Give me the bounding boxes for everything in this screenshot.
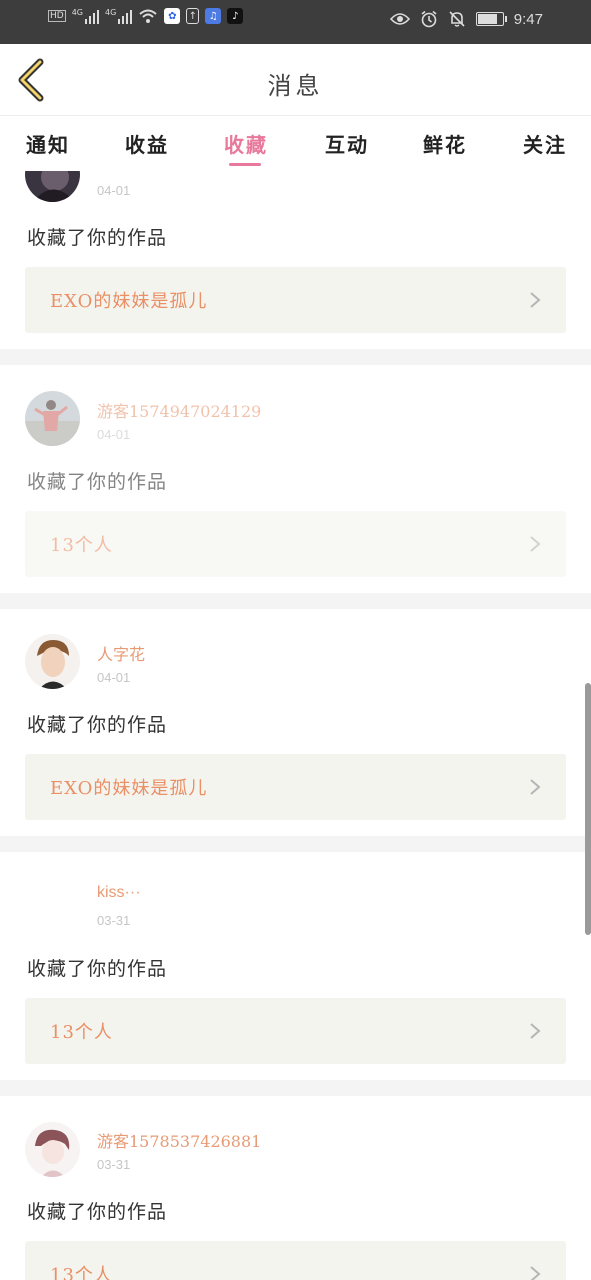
separator (0, 349, 591, 365)
work-title: 13个人 (50, 535, 113, 556)
work-link[interactable]: 13个人 (25, 1241, 566, 1280)
scrollbar[interactable] (585, 683, 591, 935)
work-link[interactable]: EXO的妹妹是孤儿 (25, 267, 566, 333)
list-item: 人字花 04-01 收藏了你的作品 EXO的妹妹是孤儿 (0, 609, 591, 836)
message-date: 03-31 (97, 913, 131, 928)
message-list[interactable]: 04-01 收藏了你的作品 EXO的妹妹是孤儿 游客1574947024129 … (0, 171, 591, 1280)
separator (0, 1080, 591, 1096)
action-text: 收藏了你的作品 (27, 714, 168, 736)
tab-notification[interactable]: 通知 (26, 129, 70, 158)
username[interactable]: kiss··· (97, 884, 141, 902)
chevron-right-icon (530, 779, 541, 795)
separator (0, 593, 591, 609)
battery-icon (475, 12, 507, 26)
action-text: 收藏了你的作品 (27, 471, 168, 493)
hd-icon: HD (48, 10, 66, 22)
tiktok-icon: ♪ (227, 8, 244, 24)
chevron-right-icon (530, 292, 541, 308)
work-link[interactable]: 13个人 (25, 998, 566, 1064)
avatar[interactable] (25, 391, 80, 446)
avatar[interactable] (25, 634, 80, 689)
message-date: 03-31 (97, 1157, 131, 1172)
list-item: 游客1578537426881 03-31 收藏了你的作品 13个人 (0, 1096, 591, 1280)
baidu-icon: ✿ (164, 8, 181, 24)
tab-follow[interactable]: 关注 (523, 129, 567, 158)
signal-4g-icon: 4G (105, 8, 133, 24)
work-link[interactable]: EXO的妹妹是孤儿 (25, 754, 566, 820)
page-title: 消息 (267, 72, 324, 100)
work-title: EXO的妹妹是孤儿 (50, 291, 208, 312)
chevron-right-icon (530, 1266, 541, 1280)
message-date: 04-01 (97, 427, 131, 442)
active-tab-indicator (229, 163, 261, 166)
status-bar: HD 4G 4G ✿ ↑ ♫ ♪ 9:47 (0, 0, 591, 44)
action-text: 收藏了你的作品 (27, 1201, 168, 1223)
list-item: kiss··· 03-31 收藏了你的作品 13个人 (0, 852, 591, 1080)
action-text: 收藏了你的作品 (27, 958, 168, 980)
eye-icon (389, 13, 410, 25)
message-date: 04-01 (97, 183, 131, 198)
chevron-right-icon (530, 1023, 541, 1039)
tab-earnings[interactable]: 收益 (125, 129, 169, 158)
tab-favorites[interactable]: 收藏 (224, 129, 268, 158)
tab-flowers[interactable]: 鲜花 (423, 129, 467, 158)
separator (0, 836, 591, 852)
avatar[interactable] (25, 878, 80, 933)
music-icon: ♫ (205, 8, 222, 24)
app-header: 消息 (0, 44, 591, 116)
action-text: 收藏了你的作品 (27, 227, 168, 249)
work-link[interactable]: 13个人 (25, 511, 566, 577)
status-time: 9:47 (513, 10, 543, 28)
tab-bar: 通知 收益 收藏 互动 鲜花 关注 (0, 117, 591, 171)
upload-icon: ↑ (186, 8, 200, 24)
tab-interaction[interactable]: 互动 (325, 129, 369, 158)
message-date: 04-01 (97, 670, 131, 685)
username[interactable]: 游客1578537426881 (97, 1128, 261, 1152)
list-item: 游客1574947024129 04-01 收藏了你的作品 13个人 (0, 365, 591, 593)
username[interactable]: 人字花 (97, 641, 145, 665)
avatar[interactable] (25, 171, 80, 202)
signal-4g-icon: 4G (72, 8, 99, 24)
alarm-icon (421, 10, 437, 28)
work-title: 13个人 (50, 1022, 113, 1043)
avatar[interactable] (25, 1122, 80, 1177)
bell-off-icon (449, 11, 465, 27)
wifi-icon (139, 9, 157, 23)
username[interactable]: 游客1574947024129 (97, 398, 261, 422)
chevron-right-icon (530, 536, 541, 552)
list-item: 04-01 收藏了你的作品 EXO的妹妹是孤儿 (0, 171, 591, 349)
work-title: EXO的妹妹是孤儿 (50, 778, 208, 799)
work-title: 13个人 (50, 1265, 113, 1280)
